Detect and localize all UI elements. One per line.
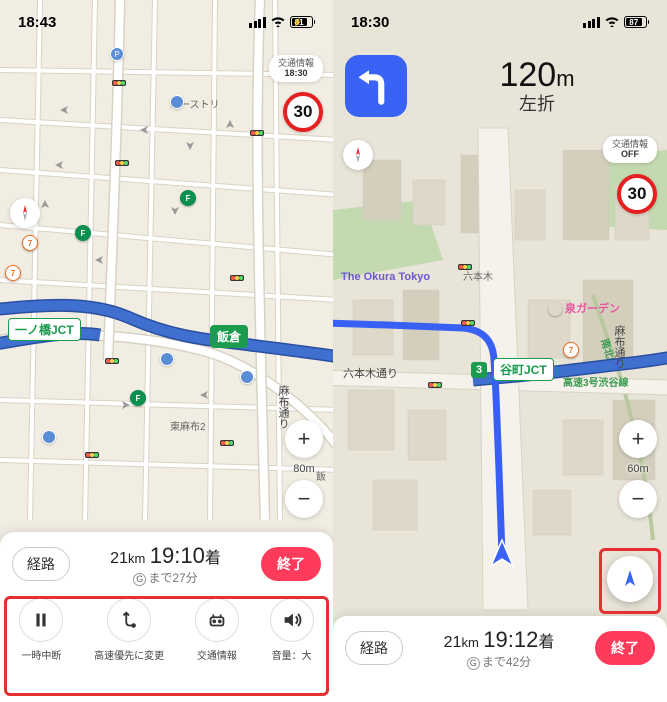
- bottom-panel: 経路 21km 19:10着 Gまで27分 終了 一時中断 高速優先に: [0, 532, 333, 702]
- poi-dot: [160, 352, 174, 366]
- area-label: 東麻布2: [170, 420, 206, 433]
- eta-block: 21km 19:12着 Gまで42分: [411, 626, 587, 670]
- poi-fm: F: [180, 190, 196, 206]
- quick-pause[interactable]: 一時中断: [19, 598, 63, 662]
- signal-icon: [249, 17, 266, 28]
- poi-dot: [42, 430, 56, 444]
- traffic-info-toggle[interactable]: 交通情報 OFF: [603, 136, 657, 163]
- jct-badge-tanimachi: 谷町JCT: [493, 358, 554, 381]
- zoom-in-button[interactable]: +: [619, 420, 657, 458]
- jct-badge-ichinohashi: 一ノ橋JCT: [8, 318, 81, 341]
- recenter-button[interactable]: [607, 556, 653, 602]
- end-button[interactable]: 終了: [261, 547, 321, 581]
- zoom-scale-label: 80m: [293, 463, 314, 475]
- quick-traffic[interactable]: 交通情報: [195, 598, 239, 662]
- status-bar: 18:30 87: [333, 0, 667, 38]
- zoom-scale-label: 60m: [627, 463, 648, 475]
- poi-711: 7: [22, 235, 38, 251]
- status-time: 18:43: [18, 14, 56, 31]
- poi-dot: [240, 370, 254, 384]
- quick-actions-row: 一時中断 高速優先に変更 交通情報 音量：大: [0, 590, 333, 682]
- jct-badge-iikura: 飯倉: [210, 325, 248, 348]
- status-bar: 18:43 ⚡81: [0, 0, 333, 38]
- zoom-control: + 80m −: [285, 420, 323, 518]
- quick-reroute[interactable]: 高速優先に変更: [94, 598, 164, 662]
- eta-block: 21km 19:10着 Gまで27分: [78, 542, 253, 586]
- navigation-cursor: [486, 538, 518, 570]
- poi-roppongi: 六本木: [463, 270, 493, 283]
- route-button[interactable]: 経路: [345, 631, 403, 665]
- road-azabu: 麻布通り: [613, 324, 626, 369]
- status-time: 18:30: [351, 14, 389, 31]
- zoom-out-button[interactable]: −: [619, 480, 657, 518]
- zoom-control: + 60m −: [619, 420, 657, 518]
- signal-icon: [583, 17, 600, 28]
- poi-izumi-pin: [548, 302, 562, 316]
- route-button[interactable]: 経路: [12, 547, 70, 581]
- compass-button[interactable]: [343, 140, 373, 170]
- poi-dot: P: [110, 47, 124, 61]
- direction-banner: 120m 左折: [333, 46, 667, 126]
- end-button[interactable]: 終了: [595, 631, 655, 665]
- traffic-info-toggle[interactable]: 交通情報 18:30: [269, 55, 323, 82]
- poi-dot: [170, 95, 184, 109]
- road-roppongi: 六本木通り: [343, 366, 398, 380]
- poi-711: 7: [5, 265, 21, 281]
- zoom-out-button[interactable]: −: [285, 480, 323, 518]
- quick-volume[interactable]: 音量：大: [270, 598, 314, 662]
- battery-icon: ⚡81: [290, 16, 316, 28]
- zoom-in-button[interactable]: +: [285, 420, 323, 458]
- poi-fm: F: [130, 390, 146, 406]
- phone-right: 南北線 The Okura Tokyo 六本木 六本木通り: [333, 0, 667, 702]
- phone-left: オーストリ 東麻布2 麻布通り 飯 P 7 7 F F F: [0, 0, 333, 702]
- turn-left-icon: [345, 55, 407, 117]
- poi-711: 7: [563, 342, 579, 358]
- route-number-badge: 3: [471, 362, 487, 378]
- poi-izumi-label: 泉ガーデン: [565, 300, 620, 316]
- speed-limit-sign: 30: [617, 174, 657, 214]
- hwy-name: 高速3号渋谷線: [563, 376, 629, 389]
- compass-button[interactable]: [10, 198, 40, 228]
- bottom-panel: 経路 21km 19:12着 Gまで42分 終了: [333, 616, 667, 702]
- wifi-icon: [604, 14, 620, 31]
- poi-fm: F: [75, 225, 91, 241]
- speed-limit-sign: 30: [283, 92, 323, 132]
- battery-icon: 87: [624, 16, 650, 28]
- wifi-icon: [270, 14, 286, 31]
- poi-okura: The Okura Tokyo: [341, 271, 430, 283]
